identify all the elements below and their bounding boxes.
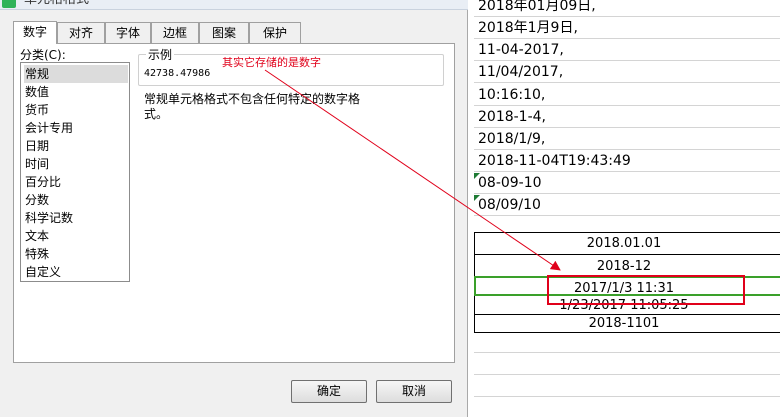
category-description: 常规单元格格式不包含任何特定的数字格式。 [144, 92, 361, 121]
category-item-special[interactable]: 特殊 [24, 245, 128, 263]
cell[interactable]: 2018年1月9日, [478, 18, 578, 38]
cell[interactable]: 2018-1101 [476, 314, 772, 333]
app-icon [2, 0, 16, 8]
category-item-currency[interactable]: 货币 [24, 101, 128, 119]
category-item-number[interactable]: 数值 [24, 83, 128, 101]
grid-line [474, 82, 780, 83]
grid-line [474, 254, 780, 255]
sample-label: 示例 [146, 46, 175, 63]
tab-font[interactable]: 字体 [105, 22, 151, 43]
dialog-titlebar[interactable]: 单元格格式 [0, 0, 468, 10]
grid-line [474, 105, 780, 106]
cell[interactable]: 2018-11-04T19:43:49 [478, 151, 631, 171]
category-item-time[interactable]: 时间 [24, 155, 128, 173]
grid-line [474, 127, 780, 128]
cell[interactable]: 11-04-2017, [478, 40, 564, 60]
tab-border[interactable]: 边框 [151, 22, 199, 43]
format-cells-dialog: 单元格格式 数字 对齐 字体 边框 图案 保护 分类(C): 常规 数值 货币 … [0, 0, 468, 417]
grid-line [474, 374, 780, 375]
cell[interactable]: 08-09-10 [478, 173, 542, 193]
grid-line [474, 232, 780, 233]
ok-button[interactable]: 确定 [291, 380, 367, 403]
cell[interactable]: 2018/1/9, [478, 129, 545, 149]
category-list[interactable]: 常规 数值 货币 会计专用 日期 时间 百分比 分数 科学记数 文本 特殊 自定… [20, 62, 130, 282]
tab-number[interactable]: 数字 [13, 21, 57, 44]
cell[interactable]: 11/04/2017, [478, 62, 563, 82]
cell[interactable]: 2018年01月09日, [478, 0, 596, 16]
sample-value: 42738.47986 [144, 68, 211, 79]
spreadsheet-area: 2018年01月09日, 2018年1月9日, 11-04-2017, 11/0… [468, 0, 780, 417]
category-item-fraction[interactable]: 分数 [24, 191, 128, 209]
tab-alignment[interactable]: 对齐 [57, 22, 105, 43]
cell[interactable]: 2018.01.01 [476, 234, 772, 253]
category-label: 分类(C): [20, 48, 66, 62]
category-item-percentage[interactable]: 百分比 [24, 173, 128, 191]
grid-line [474, 352, 780, 353]
grid-line [474, 193, 780, 194]
cell[interactable]: 10:16:10, [478, 85, 545, 105]
grid-line [474, 215, 780, 216]
category-item-date[interactable]: 日期 [24, 137, 128, 155]
grid-line [474, 171, 780, 172]
cancel-button[interactable]: 取消 [376, 380, 452, 403]
category-item-scientific[interactable]: 科学记数 [24, 209, 128, 227]
annotation-text: 其实它存储的是数字 [222, 56, 321, 69]
highlight-box [547, 275, 745, 305]
category-item-accounting[interactable]: 会计专用 [24, 119, 128, 137]
grid-line [474, 38, 780, 39]
grid-line [474, 396, 780, 397]
category-item-text[interactable]: 文本 [24, 227, 128, 245]
tab-protection[interactable]: 保护 [249, 22, 301, 43]
category-item-custom[interactable]: 自定义 [24, 263, 128, 281]
cell[interactable]: 2018-1-4, [478, 107, 546, 127]
cell[interactable]: 2018-12 [476, 257, 772, 276]
category-item-general[interactable]: 常规 [24, 65, 128, 83]
grid-line [474, 16, 780, 17]
cell[interactable]: 08/09/10 [478, 195, 541, 215]
grid-line [474, 149, 780, 150]
grid-line [474, 60, 780, 61]
tab-pattern[interactable]: 图案 [199, 22, 249, 43]
dialog-title: 单元格格式 [24, 0, 89, 8]
